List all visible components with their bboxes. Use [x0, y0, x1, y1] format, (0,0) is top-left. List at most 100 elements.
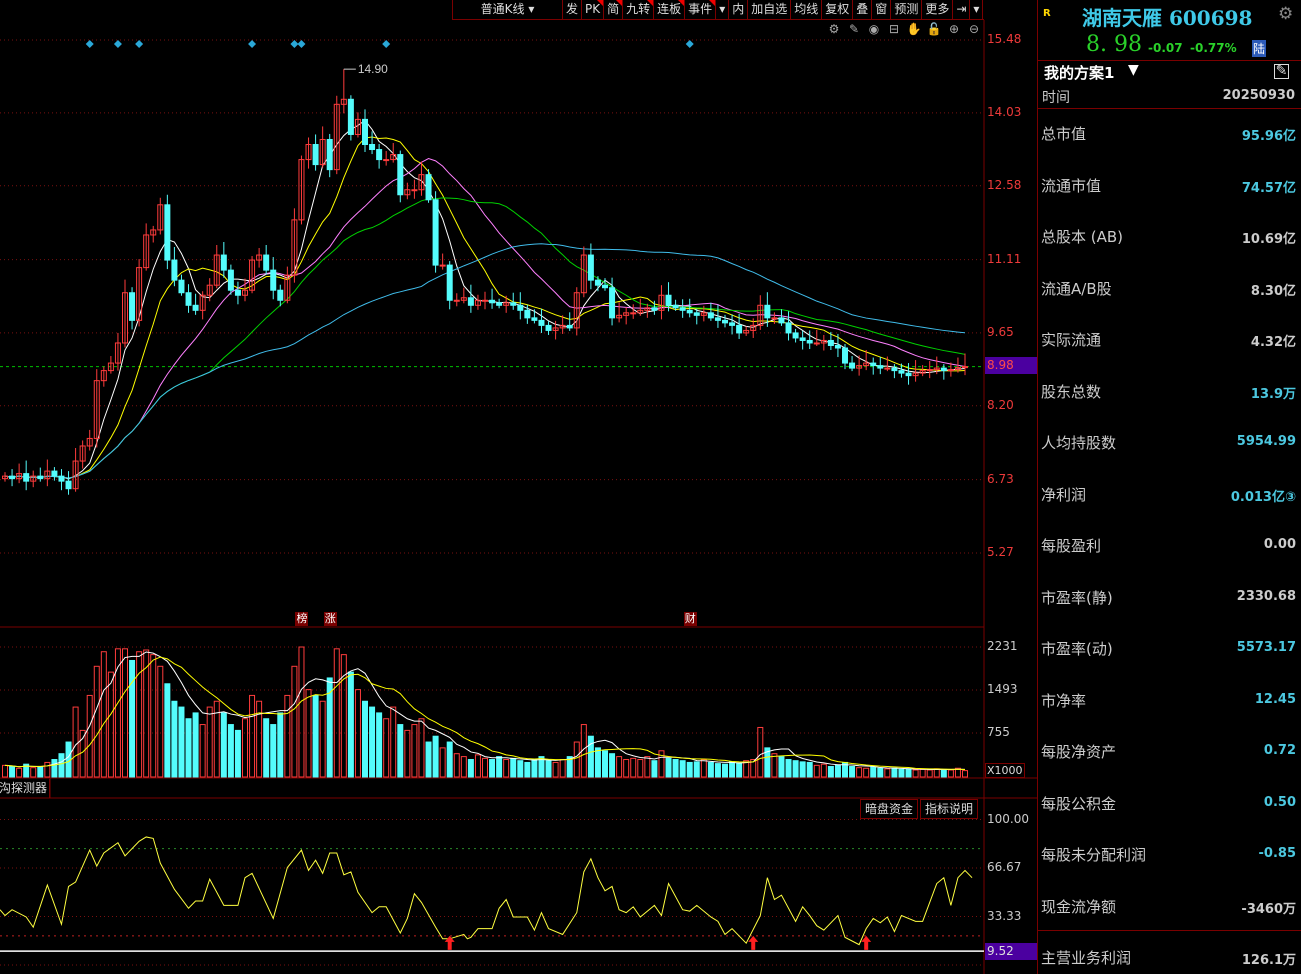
toolbar-button-8[interactable]: 内	[729, 0, 749, 20]
volume-bar	[404, 729, 411, 778]
volume-bar	[524, 761, 531, 778]
candle-body	[587, 254, 594, 281]
hand-icon[interactable]: ✋	[906, 22, 922, 36]
volume-bar	[637, 759, 644, 778]
dark-pool-funds-button[interactable]: 暗盘资金	[860, 799, 919, 819]
event-marker[interactable]: 榜	[295, 612, 309, 626]
info-value: 13.9万	[1250, 386, 1296, 402]
toolbar-button-4[interactable]: 九转	[623, 0, 655, 20]
volume-bar	[806, 761, 813, 778]
price-change-pct: -0.77%	[1190, 41, 1237, 55]
info-value: 0.50	[1263, 794, 1296, 810]
volume-bar	[333, 648, 340, 778]
candle-body	[482, 299, 488, 302]
toolbar-button-6[interactable]: 事件	[685, 0, 717, 20]
volume-bar	[122, 648, 128, 778]
toolbar-button-5[interactable]: 连板	[654, 0, 686, 20]
toolbar-button-0[interactable]: 普通K线 ▾	[453, 0, 563, 20]
toolbar-button-7[interactable]: ▾	[716, 0, 730, 20]
volume-bar	[439, 747, 446, 778]
divider	[1038, 108, 1301, 109]
volume-bar	[93, 665, 100, 778]
volume-bar	[199, 724, 206, 778]
toolbar-button-1[interactable]: 发	[563, 0, 583, 20]
volume-bar	[912, 769, 919, 778]
info-row: 净利润 0.013亿③	[1038, 484, 1301, 506]
settings-icon[interactable]: ⚙	[826, 22, 842, 36]
edit-icon[interactable]: ✎	[1274, 64, 1289, 79]
candle-body	[9, 475, 16, 480]
plan-selector[interactable]: 我的方案1	[1044, 62, 1114, 83]
toolbar-button-3[interactable]: 简	[604, 0, 624, 20]
info-value: 8.30亿	[1250, 283, 1296, 299]
volume-bar	[884, 768, 891, 778]
event-diamond-icon	[135, 40, 144, 48]
detector-indicator-tab[interactable]: 沟探测器	[0, 779, 50, 798]
gear-icon[interactable]: ⚙	[1278, 4, 1293, 24]
info-label: 净利润	[1041, 485, 1087, 504]
candle-body	[714, 317, 721, 321]
toolbar-button-17[interactable]: ▾	[970, 0, 984, 20]
volume-bar	[249, 694, 256, 778]
candle-body	[806, 339, 813, 344]
toolbar-button-9[interactable]: 加自选	[748, 0, 792, 20]
toolbar-button-15[interactable]: 更多	[922, 0, 954, 20]
kline-chart[interactable]: 14.90	[0, 0, 1037, 974]
volume-bar	[778, 756, 785, 778]
toolbar-button-11[interactable]: 复权	[822, 0, 854, 20]
info-label: 每股未分配利润	[1041, 846, 1147, 864]
info-label: 主营业务利润	[1041, 948, 1132, 967]
info-row: 市净率 12.45	[1038, 690, 1301, 712]
volume-bar	[418, 718, 425, 778]
volume-bar	[651, 760, 658, 778]
volume-bar	[72, 706, 79, 778]
pen-icon[interactable]: ✎	[846, 22, 862, 36]
info-row: 股东总数 13.9万	[1038, 381, 1301, 403]
volume-bar	[757, 726, 764, 778]
volume-bar	[150, 654, 157, 778]
info-value: 10.69亿	[1241, 232, 1296, 247]
volume-bar	[559, 759, 566, 778]
toolbar-button-16[interactable]: ⇥	[953, 0, 971, 20]
volume-bar	[898, 768, 905, 778]
osc-axis-label: 33.33	[987, 908, 1022, 923]
candle-body	[192, 304, 199, 311]
info-label: 每股公积金	[1041, 794, 1117, 813]
basket-icon[interactable]: ⊟	[886, 22, 902, 36]
candle-body	[171, 259, 178, 281]
volume-bar	[531, 759, 538, 778]
volume-bar	[79, 729, 86, 778]
indicator-current-tag: 9.52	[985, 943, 1037, 960]
info-value: -0.85	[1258, 846, 1296, 861]
event-marker[interactable]: 财	[683, 612, 697, 626]
toolbar-button-12[interactable]: 叠	[853, 0, 873, 20]
volume-bar	[489, 759, 496, 778]
lock-icon[interactable]: 🔓	[926, 22, 942, 36]
candle-body	[517, 304, 524, 311]
info-value: -3460万	[1241, 901, 1296, 917]
volume-bar	[171, 700, 178, 778]
indicator-help-button[interactable]: 指标说明	[920, 799, 979, 819]
volume-bar	[827, 766, 834, 778]
volume-bar	[425, 741, 432, 778]
toolbar-button-2[interactable]: PK	[582, 0, 605, 20]
event-marker[interactable]: 涨	[323, 612, 337, 626]
zoom-out-icon[interactable]: ⊖	[966, 22, 982, 36]
volume-bar	[9, 766, 16, 778]
candle-body	[849, 362, 856, 369]
event-diamond-icon	[685, 40, 694, 48]
chevron-down-icon[interactable]: ▼	[1128, 62, 1139, 78]
candle-body	[651, 307, 658, 311]
toolbar-button-14[interactable]: 预测	[891, 0, 923, 20]
candle-body	[23, 473, 30, 482]
volume-bar	[107, 671, 114, 778]
eye-icon[interactable]: ◉	[866, 22, 882, 36]
drawing-tools: ⚙ ✎ ◉ ⊟ ✋ 🔓 ⊕ ⊖	[826, 22, 982, 36]
toolbar-button-13[interactable]: 窗	[872, 0, 892, 20]
volume-bar	[926, 769, 933, 778]
toolbar-button-10[interactable]: 均线	[791, 0, 823, 20]
volume-bar	[234, 729, 241, 778]
candle-body	[446, 264, 453, 301]
zoom-in-icon[interactable]: ⊕	[946, 22, 962, 36]
volume-bar	[623, 759, 630, 778]
